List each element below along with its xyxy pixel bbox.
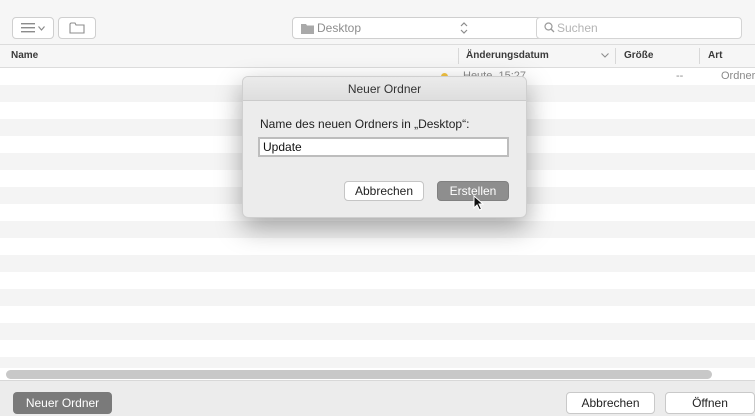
search-field[interactable] xyxy=(536,17,742,39)
column-date-modified[interactable]: Änderungsdatum xyxy=(466,50,549,61)
new-folder-toolbar-button[interactable] xyxy=(58,17,96,39)
search-input[interactable] xyxy=(557,20,737,36)
new-folder-dialog: Neuer Ordner Name des neuen Ordners in „… xyxy=(242,76,527,218)
new-folder-button[interactable]: Neuer Ordner xyxy=(13,392,112,414)
location-label: Desktop xyxy=(317,21,362,35)
row-kind: Ordner xyxy=(721,70,755,82)
horizontal-scrollbar[interactable] xyxy=(6,370,712,379)
cancel-button[interactable]: Abbrechen xyxy=(566,392,655,414)
column-size[interactable]: Größe xyxy=(624,50,653,61)
mouse-pointer-icon xyxy=(473,195,484,211)
dialog-cancel-button[interactable]: Abbrechen xyxy=(344,181,424,201)
dialog-title: Neuer Ordner xyxy=(243,77,526,101)
folder-icon xyxy=(301,24,314,34)
sort-chevron-down-icon xyxy=(601,53,609,58)
folder-name-input[interactable] xyxy=(258,137,509,157)
list-icon xyxy=(21,23,35,33)
column-kind[interactable]: Art xyxy=(708,50,722,61)
location-popup[interactable]: Desktop xyxy=(292,17,546,39)
column-separator xyxy=(615,48,616,64)
row-size: -- xyxy=(676,70,684,82)
view-options-button[interactable] xyxy=(12,17,54,39)
chevron-down-icon xyxy=(38,25,45,31)
open-button[interactable]: Öffnen xyxy=(665,392,755,414)
column-header: Name Änderungsdatum Größe Art xyxy=(0,44,755,68)
toolbar: Desktop xyxy=(0,0,755,44)
dialog-prompt: Name des neuen Ordners in „Desktop“: xyxy=(260,117,470,131)
column-separator xyxy=(458,48,459,64)
search-icon xyxy=(544,22,555,33)
bottom-bar: Neuer Ordner Abbrechen Öffnen xyxy=(0,380,755,416)
folder-outline-icon xyxy=(69,22,85,34)
stepper-icon xyxy=(460,22,468,34)
column-name[interactable]: Name xyxy=(11,50,38,61)
column-separator xyxy=(699,48,700,64)
